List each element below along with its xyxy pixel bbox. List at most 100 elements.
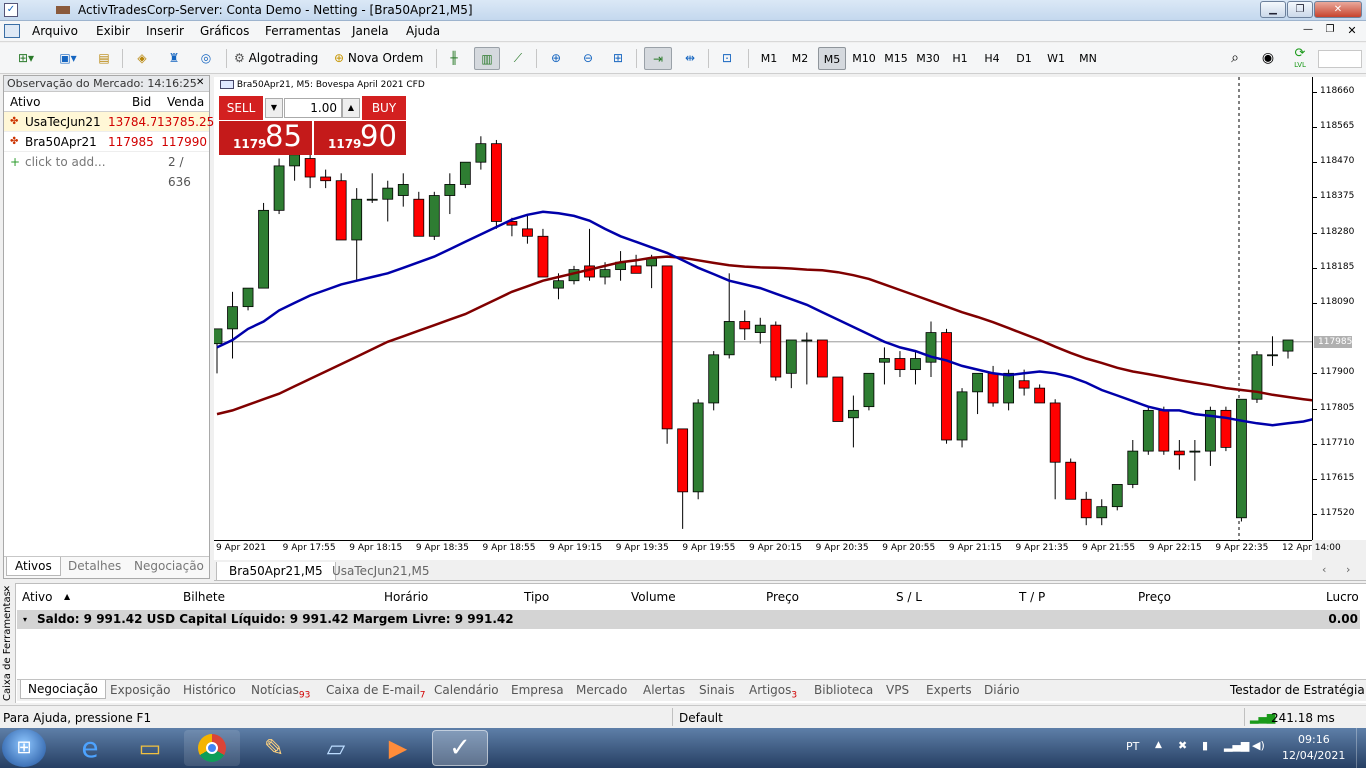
col-horario[interactable]: Horário: [384, 590, 428, 604]
chart-tab-usatecjun21[interactable]: UsaTecJun21,M5: [320, 562, 441, 581]
menu-exibir[interactable]: Exibir: [96, 24, 130, 38]
start-button[interactable]: ⊞: [2, 729, 46, 767]
balance-row[interactable]: ▾ Saldo: 9 991.42 USD Capital Líquido: 9…: [17, 610, 1360, 629]
tab-mercado[interactable]: Mercado: [576, 683, 627, 697]
candlestick-chart-icon[interactable]: ▥: [474, 47, 500, 70]
tf-mn[interactable]: MN: [1074, 47, 1102, 70]
tabs-scroll-right-icon[interactable]: ›: [1346, 563, 1350, 576]
show-desktop-button[interactable]: [1356, 728, 1366, 768]
menu-janela[interactable]: Janela: [352, 24, 389, 38]
minimize-button[interactable]: ▁: [1260, 1, 1286, 18]
chart-shift-icon[interactable]: ⇹: [678, 47, 702, 70]
strategy-tester-button[interactable]: Testador de Estratégia: [1230, 683, 1365, 697]
tab-vps[interactable]: VPS: [886, 683, 909, 697]
mdi-close-button[interactable]: ✕: [1344, 24, 1360, 38]
col-ativo[interactable]: Ativo: [22, 590, 52, 604]
notes-icon[interactable]: ▱: [308, 730, 364, 766]
market-row[interactable]: ✤ UsaTecJun21 13784.75 13785.25: [4, 112, 214, 132]
algotrading-button[interactable]: ⚙ Algotrading: [232, 47, 324, 70]
toolbar-search-box[interactable]: [1318, 50, 1362, 68]
menu-graficos[interactable]: Gráficos: [200, 24, 249, 38]
tab-detalhes[interactable]: Detalhes: [68, 559, 121, 573]
new-chart-icon[interactable]: ⊞▾: [8, 47, 44, 70]
tab-negociacao-toolbox[interactable]: Negociação: [20, 680, 106, 699]
tf-m10[interactable]: M10: [850, 47, 878, 70]
volume-icon[interactable]: ◀): [1252, 739, 1265, 752]
col-lucro[interactable]: Lucro: [1326, 590, 1359, 604]
tf-d1[interactable]: D1: [1010, 47, 1038, 70]
col-bilhete[interactable]: Bilhete: [183, 590, 225, 604]
menu-ferramentas[interactable]: Ferramentas: [265, 24, 341, 38]
media-icon[interactable]: ▶: [370, 730, 426, 766]
signals-icon[interactable]: ◎: [194, 47, 218, 70]
zoom-in-icon[interactable]: ⊕: [544, 47, 568, 70]
battery-icon[interactable]: ▮: [1202, 739, 1208, 752]
paint-icon[interactable]: ✎: [246, 730, 302, 766]
network-icon[interactable]: ✖: [1178, 739, 1187, 752]
templates-icon[interactable]: ▤: [92, 47, 116, 70]
chart-tab-bra50apr21[interactable]: Bra50Apr21,M5: [216, 562, 336, 581]
menu-inserir[interactable]: Inserir: [146, 24, 184, 38]
tab-alertas[interactable]: Alertas: [643, 683, 685, 697]
market-watch-close-icon[interactable]: ✕: [196, 77, 204, 88]
market-row[interactable]: ✤ Bra50Apr21 117985 117990: [4, 132, 209, 152]
tab-caixa-email[interactable]: Caixa de E-mail7: [326, 683, 426, 700]
col-sl[interactable]: S / L: [896, 590, 922, 604]
tab-historico[interactable]: Histórico: [183, 683, 236, 697]
col-preco[interactable]: Preço: [766, 590, 799, 604]
status-profile[interactable]: Default: [679, 711, 723, 725]
col-bid[interactable]: Bid: [132, 92, 151, 112]
language-indicator[interactable]: PT: [1126, 740, 1139, 753]
lvl-icon[interactable]: ⟳ LVL: [1288, 47, 1312, 70]
maximize-button[interactable]: ❐: [1287, 1, 1313, 18]
new-order-button[interactable]: ⊕ Nova Ordem: [332, 47, 428, 70]
col-tp[interactable]: T / P: [1019, 590, 1045, 604]
price-scale[interactable]: 118660 118565 118470 118375 118280 118185 1180…: [1312, 77, 1366, 540]
mdi-minimize-button[interactable]: —: [1300, 24, 1316, 38]
col-symbol[interactable]: Ativo: [10, 92, 40, 112]
toolbox-side-bar[interactable]: Caixa de Ferramentas: [0, 583, 16, 703]
status-ping[interactable]: 241.18 ms: [1271, 711, 1335, 725]
navigator-icon[interactable]: ♜: [162, 47, 186, 70]
sell-price-button[interactable]: 1179 85: [219, 119, 312, 155]
tabs-scroll-left-icon[interactable]: ‹: [1322, 563, 1326, 576]
time-scale[interactable]: 9 Apr 2021 9 Apr 17:55 9 Apr 18:15 9 Apr 18…: [214, 540, 1341, 560]
tf-m2[interactable]: M2: [786, 47, 814, 70]
tf-m15[interactable]: M15: [882, 47, 910, 70]
zoom-out-icon[interactable]: ⊖: [576, 47, 600, 70]
indicators-icon[interactable]: ⊡: [714, 47, 740, 70]
clock-date[interactable]: 12/04/2021: [1282, 749, 1345, 762]
menu-arquivo[interactable]: Arquivo: [32, 24, 78, 38]
volume-up-button[interactable]: ▲: [342, 98, 360, 118]
tf-m5[interactable]: M5: [818, 47, 846, 70]
search-icon[interactable]: ⌕: [1224, 47, 1246, 70]
chrome-icon[interactable]: [184, 730, 240, 766]
clock-time[interactable]: 09:16: [1298, 733, 1330, 746]
tab-exposicao[interactable]: Exposição: [110, 683, 171, 697]
col-tipo[interactable]: Tipo: [524, 590, 549, 604]
tray-arrow-icon[interactable]: ▲: [1155, 740, 1162, 750]
bar-chart-icon[interactable]: ╫: [442, 47, 466, 70]
market-watch-icon[interactable]: ◈: [130, 47, 154, 70]
ie-icon[interactable]: e: [62, 730, 118, 766]
menu-ajuda[interactable]: Ajuda: [406, 24, 440, 38]
tf-w1[interactable]: W1: [1042, 47, 1070, 70]
mdi-restore-button[interactable]: ❐: [1322, 24, 1338, 38]
tf-m1[interactable]: M1: [755, 47, 783, 70]
tab-biblioteca[interactable]: Biblioteca: [814, 683, 873, 697]
profiles-icon[interactable]: ▣▾: [50, 47, 86, 70]
tf-h1[interactable]: H1: [946, 47, 974, 70]
tab-empresa[interactable]: Empresa: [511, 683, 564, 697]
tf-h4[interactable]: H4: [978, 47, 1006, 70]
volume-input[interactable]: 1.00: [284, 98, 342, 118]
tab-artigos[interactable]: Artigos3: [749, 683, 797, 700]
tab-ativos[interactable]: Ativos: [6, 557, 61, 576]
tab-negociacao[interactable]: Negociação: [134, 559, 204, 573]
tab-experts[interactable]: Experts: [926, 683, 972, 697]
toolbox-close-icon[interactable]: ✕: [3, 585, 11, 595]
signal-icon[interactable]: ▂▄▆: [1224, 739, 1249, 752]
tf-m30[interactable]: M30: [914, 47, 942, 70]
explorer-icon[interactable]: ▭: [122, 730, 178, 766]
tab-calendario[interactable]: Calendário: [434, 683, 499, 697]
auto-scroll-icon[interactable]: ⇥: [644, 47, 672, 70]
